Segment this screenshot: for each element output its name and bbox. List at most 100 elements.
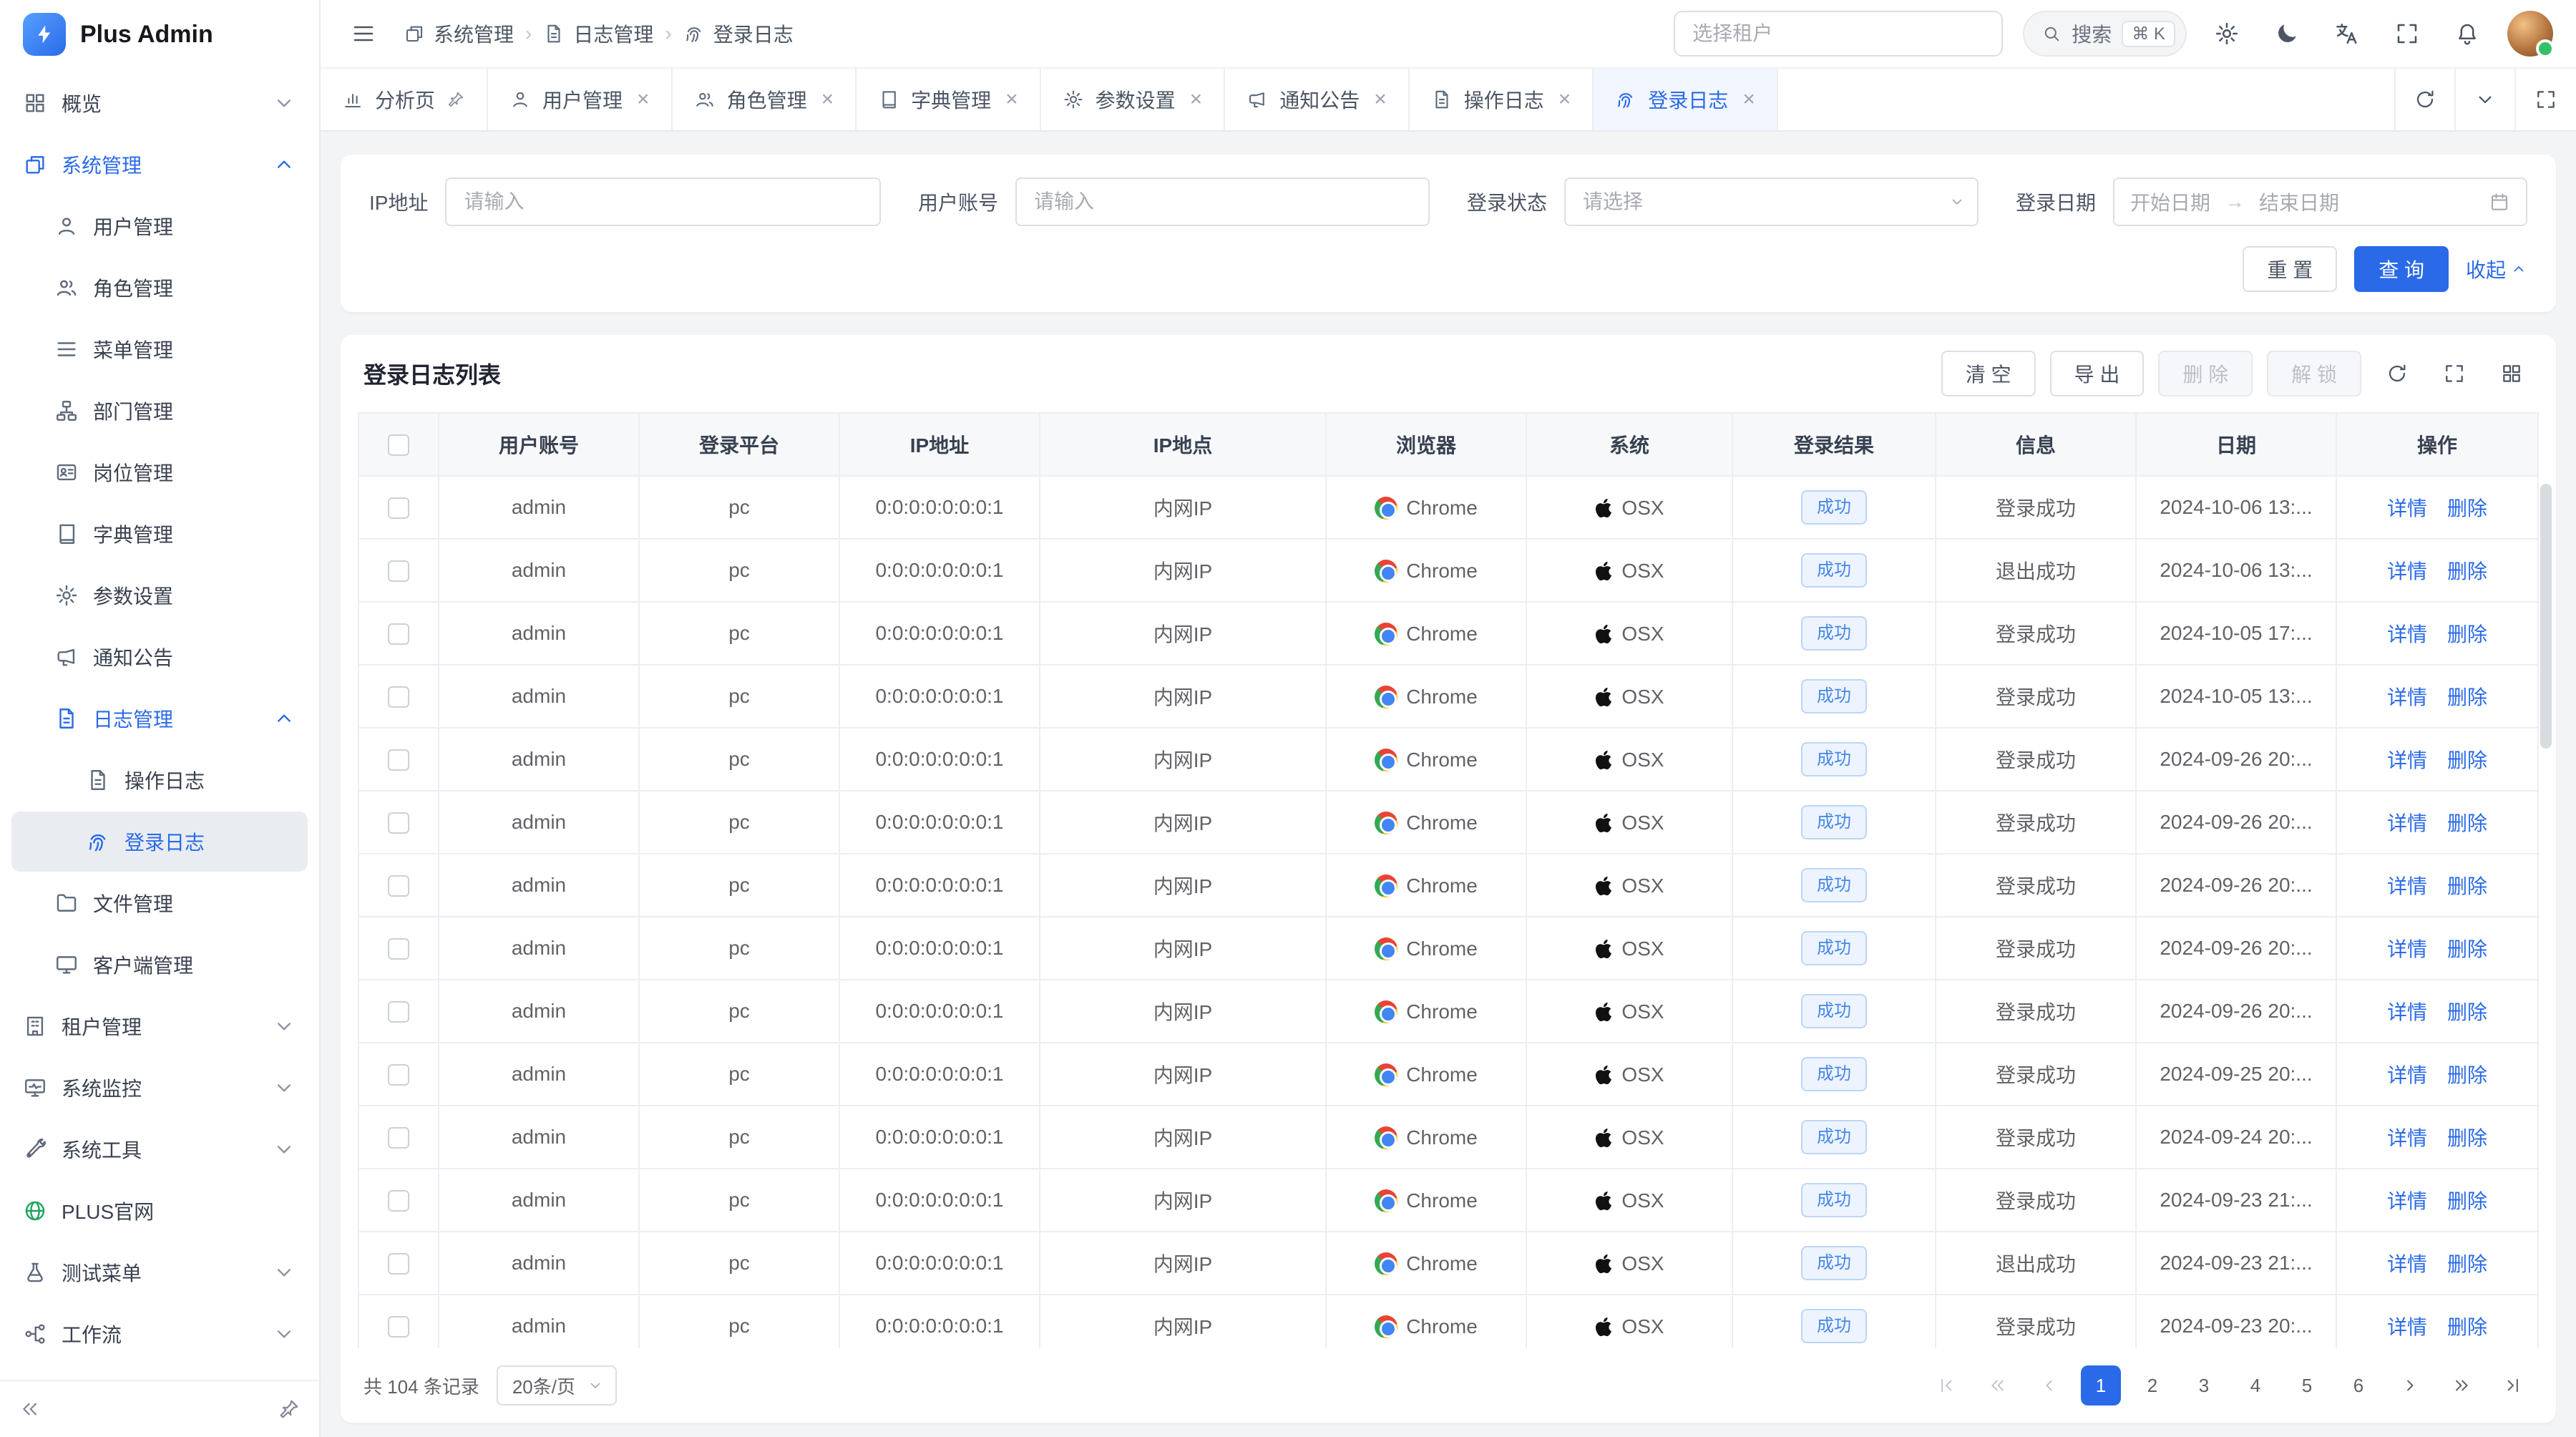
column-header[interactable]: 日期 xyxy=(2136,413,2336,476)
delete-link[interactable]: 删除 xyxy=(2447,749,2487,771)
row-checkbox[interactable] xyxy=(388,497,409,519)
sidebar-item-dict[interactable]: 字典管理 xyxy=(11,504,308,564)
column-header[interactable]: 信息 xyxy=(1936,413,2136,476)
sidebar-collapse-icon[interactable] xyxy=(19,1398,42,1421)
row-checkbox[interactable] xyxy=(388,1127,409,1149)
export-button[interactable]: 导 出 xyxy=(2050,351,2145,396)
menu-toggle-icon[interactable] xyxy=(343,14,384,54)
tab-dict[interactable]: 字典管理× xyxy=(857,69,1041,130)
row-checkbox[interactable] xyxy=(388,812,409,834)
delete-link[interactable]: 删除 xyxy=(2447,1127,2487,1149)
tab-param[interactable]: 参数设置× xyxy=(1041,69,1226,130)
delete-link[interactable]: 删除 xyxy=(2447,686,2487,708)
sidebar-item-menu[interactable]: 菜单管理 xyxy=(11,319,308,379)
detail-link[interactable]: 详情 xyxy=(2387,812,2427,834)
date-range-picker[interactable]: 开始日期 → 结束日期 xyxy=(2113,177,2527,226)
delete-link[interactable]: 删除 xyxy=(2447,875,2487,897)
table-scrollbar[interactable] xyxy=(2540,484,2552,749)
query-button[interactable]: 查 询 xyxy=(2354,246,2449,292)
clear-button[interactable]: 清 空 xyxy=(1941,351,2036,396)
column-header[interactable]: 登录结果 xyxy=(1732,413,1936,476)
tab-notice[interactable]: 通知公告× xyxy=(1225,69,1410,130)
sidebar-item-dept[interactable]: 部门管理 xyxy=(11,381,308,441)
column-header[interactable]: 操作 xyxy=(2336,413,2538,476)
dark-mode-moon-icon[interactable] xyxy=(2267,14,2307,54)
detail-link[interactable]: 详情 xyxy=(2387,1190,2427,1212)
row-checkbox[interactable] xyxy=(388,1253,409,1275)
detail-link[interactable]: 详情 xyxy=(2387,1127,2427,1149)
row-checkbox[interactable] xyxy=(388,1064,409,1086)
detail-link[interactable]: 详情 xyxy=(2387,1001,2427,1023)
sidebar-item-notice[interactable]: 通知公告 xyxy=(11,627,308,687)
reset-button[interactable]: 重 置 xyxy=(2243,246,2337,292)
notification-bell-icon[interactable] xyxy=(2447,14,2487,54)
row-checkbox[interactable] xyxy=(388,1190,409,1212)
sidebar-item-plus-site[interactable]: PLUS官网 xyxy=(11,1181,308,1241)
translate-icon[interactable] xyxy=(2327,14,2367,54)
tab-user[interactable]: 用户管理× xyxy=(488,69,673,130)
page-1-button[interactable]: 1 xyxy=(2081,1365,2121,1406)
tab-analysis[interactable]: 分析页 xyxy=(321,69,488,130)
row-checkbox[interactable] xyxy=(388,686,409,708)
app-logo[interactable]: Plus Admin xyxy=(0,0,319,69)
user-avatar[interactable] xyxy=(2507,11,2553,57)
page-2-button[interactable]: 2 xyxy=(2132,1365,2172,1406)
sidebar-item-system[interactable]: 系统管理 xyxy=(11,135,308,195)
tab-close-icon[interactable]: × xyxy=(1005,89,1018,110)
delete-link[interactable]: 删除 xyxy=(2447,1316,2487,1338)
detail-link[interactable]: 详情 xyxy=(2387,686,2427,708)
tab-role[interactable]: 角色管理× xyxy=(673,69,857,130)
ip-input[interactable] xyxy=(445,177,881,226)
detail-link[interactable]: 详情 xyxy=(2387,623,2427,646)
delete-button[interactable]: 删 除 xyxy=(2158,351,2253,396)
row-checkbox[interactable] xyxy=(388,623,409,645)
row-checkbox[interactable] xyxy=(388,1001,409,1023)
tab-close-icon[interactable]: × xyxy=(821,89,834,110)
tab-close-icon[interactable]: × xyxy=(1190,89,1203,110)
delete-link[interactable]: 删除 xyxy=(2447,938,2487,960)
next-page-button[interactable] xyxy=(2390,1365,2430,1406)
first-page-button[interactable] xyxy=(1926,1365,1966,1406)
last-page-button[interactable] xyxy=(2493,1365,2533,1406)
row-checkbox[interactable] xyxy=(388,560,409,582)
column-header[interactable]: 浏览器 xyxy=(1326,413,1526,476)
content-fullscreen-icon[interactable] xyxy=(2516,69,2576,130)
breadcrumb-item[interactable]: 日志管理 xyxy=(543,19,653,48)
refresh-page-icon[interactable] xyxy=(2396,69,2456,130)
collapse-filters-link[interactable]: 收起 xyxy=(2466,255,2527,283)
column-header[interactable]: 系统 xyxy=(1526,413,1732,476)
delete-link[interactable]: 删除 xyxy=(2447,1253,2487,1275)
page-size-select[interactable]: 20条/页 xyxy=(497,1365,617,1406)
settings-gear-icon[interactable] xyxy=(2207,14,2247,54)
sidebar-item-workflow[interactable]: 工作流 xyxy=(11,1304,308,1364)
delete-link[interactable]: 删除 xyxy=(2447,812,2487,834)
page-5-button[interactable]: 5 xyxy=(2287,1365,2327,1406)
detail-link[interactable]: 详情 xyxy=(2387,560,2427,583)
column-settings-icon[interactable] xyxy=(2490,352,2533,395)
sidebar-item-role[interactable]: 角色管理 xyxy=(11,258,308,318)
delete-link[interactable]: 删除 xyxy=(2447,1001,2487,1023)
sidebar-item-client[interactable]: 客户端管理 xyxy=(11,935,308,995)
tab-close-icon[interactable]: × xyxy=(637,89,650,110)
refresh-table-icon[interactable] xyxy=(2376,352,2419,395)
row-checkbox[interactable] xyxy=(388,749,409,771)
breadcrumb-item[interactable]: 系统管理 xyxy=(404,19,514,48)
row-checkbox[interactable] xyxy=(388,875,409,897)
select-all-checkbox[interactable] xyxy=(388,434,409,456)
sidebar-item-tenant[interactable]: 租户管理 xyxy=(11,996,308,1056)
global-search-button[interactable]: 搜索 ⌘ K xyxy=(2023,11,2187,57)
page-6-button[interactable]: 6 xyxy=(2338,1365,2379,1406)
delete-link[interactable]: 删除 xyxy=(2447,1190,2487,1212)
sidebar-item-param[interactable]: 参数设置 xyxy=(11,565,308,625)
sidebar-item-log[interactable]: 日志管理 xyxy=(11,688,308,749)
detail-link[interactable]: 详情 xyxy=(2387,1316,2427,1338)
delete-link[interactable]: 删除 xyxy=(2447,623,2487,646)
tab-close-icon[interactable]: × xyxy=(1374,89,1387,110)
table-fullscreen-icon[interactable] xyxy=(2433,352,2476,395)
sidebar-item-sys-tools[interactable]: 系统工具 xyxy=(11,1119,308,1179)
sidebar-item-overview[interactable]: 概览 xyxy=(11,73,308,133)
detail-link[interactable]: 详情 xyxy=(2387,938,2427,960)
tab-login-log[interactable]: 登录日志× xyxy=(1594,69,1778,130)
tab-op-log[interactable]: 操作日志× xyxy=(1410,69,1594,130)
page-4-button[interactable]: 4 xyxy=(2235,1365,2275,1406)
